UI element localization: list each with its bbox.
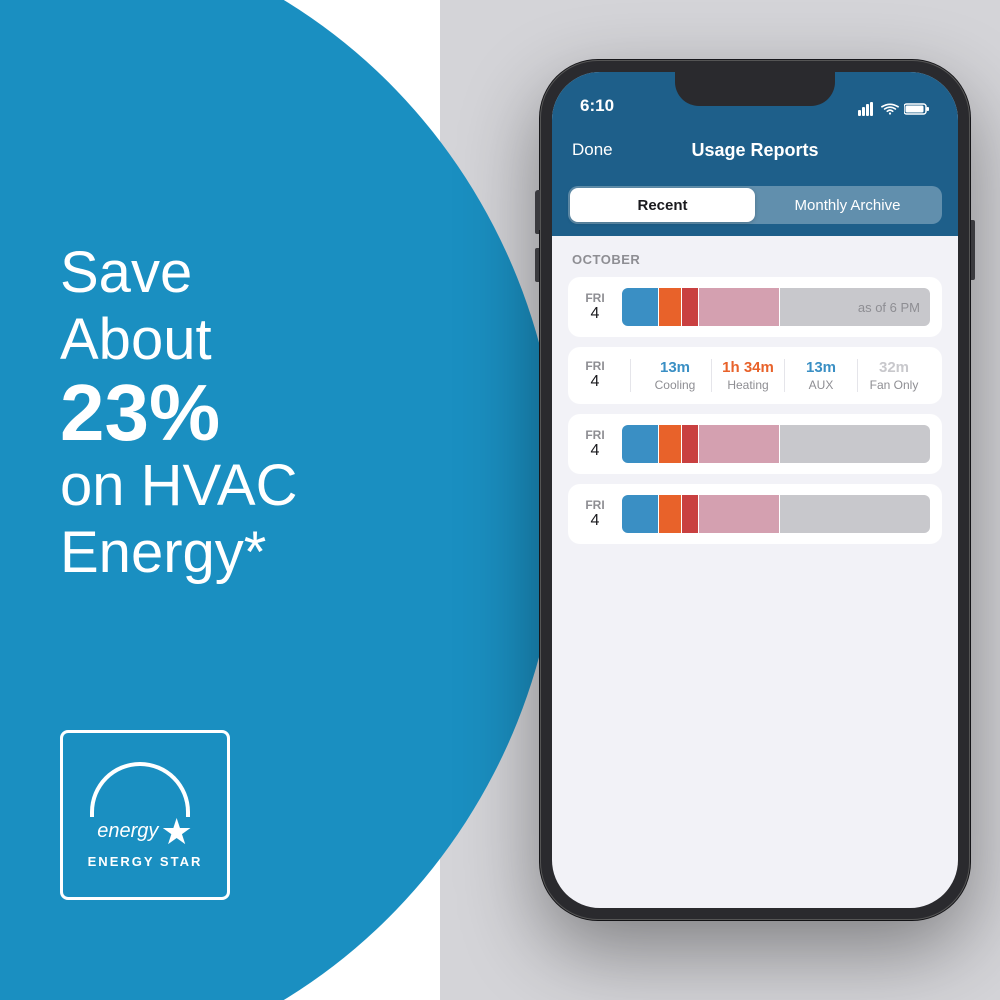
tab-monthly-archive[interactable]: Monthly Archive [755,188,940,222]
table-row[interactable]: FRI 4 [568,414,942,474]
energy-star-badge: energy ★ ENERGY STAR [60,730,230,900]
table-row[interactable]: FRI 4 13m Cooling 1h 34m Heating [568,347,942,404]
bar-aux [682,288,698,326]
bar-pink [699,495,779,533]
bar-chart [622,425,930,463]
stat-cooling: 13m Cooling [639,359,711,392]
energy-star-label: ENERGY STAR [88,854,203,869]
segment-control: Recent Monthly Archive [552,176,958,236]
as-of-label: as of 6 PM [858,300,920,315]
bar-heating [659,495,681,533]
bar-heating [659,288,681,326]
bar-heating [659,425,681,463]
day-label: FRI 4 [580,359,610,391]
content-area: OCTOBER FRI 4 as of 6 PM [552,236,958,544]
save-line1: Save About [60,240,297,373]
phone-container: 6:10 [540,60,970,920]
day-label: FRI 4 [580,498,610,530]
status-bar: 6:10 [552,72,958,124]
percent-text: 23% [60,373,297,453]
power-button [971,220,975,280]
done-button[interactable]: Done [572,140,613,160]
stat-aux: 13m AUX [785,359,857,392]
segment-inner: Recent Monthly Archive [568,186,942,224]
signal-icon [858,102,876,116]
stat-divider [630,359,631,392]
hvac-text: on HVAC Energy* [60,453,297,586]
day-label: FRI 4 [580,291,610,323]
table-row[interactable]: FRI 4 [568,484,942,544]
energy-star-star: ★ [160,814,192,850]
battery-icon [904,102,930,116]
bar-aux [682,425,698,463]
tab-recent[interactable]: Recent [570,188,755,222]
nav-title: Usage Reports [691,140,818,161]
bar-aux [682,495,698,533]
bar-remainder [780,495,930,533]
bar-cooling [622,425,658,463]
stat-fan: 32m Fan Only [858,359,930,392]
wifi-icon [881,102,899,116]
energy-word-text: energy [97,820,158,843]
energy-star-arc [90,762,190,817]
table-row[interactable]: FRI 4 as of 6 PM [568,277,942,337]
phone-shell: 6:10 [540,60,970,920]
phone-screen: 6:10 [552,72,958,908]
volume-down-button [535,248,539,282]
status-icons [858,102,930,116]
bar-pink [699,425,779,463]
bar-chart: as of 6 PM [622,288,930,326]
nav-bar: Done Usage Reports [552,124,958,176]
stat-heating: 1h 34m Heating [712,359,784,392]
bar-remainder [780,425,930,463]
left-panel: Save About 23% on HVAC Energy* [60,240,297,587]
bar-chart [622,495,930,533]
notch [675,72,835,106]
bar-remainder: as of 6 PM [780,288,930,326]
bar-pink [699,288,779,326]
bar-cooling [622,495,658,533]
volume-up-button [535,200,539,234]
status-time: 6:10 [580,96,614,116]
day-label: FRI 4 [580,428,610,460]
section-month: OCTOBER [568,252,942,267]
bar-cooling [622,288,658,326]
